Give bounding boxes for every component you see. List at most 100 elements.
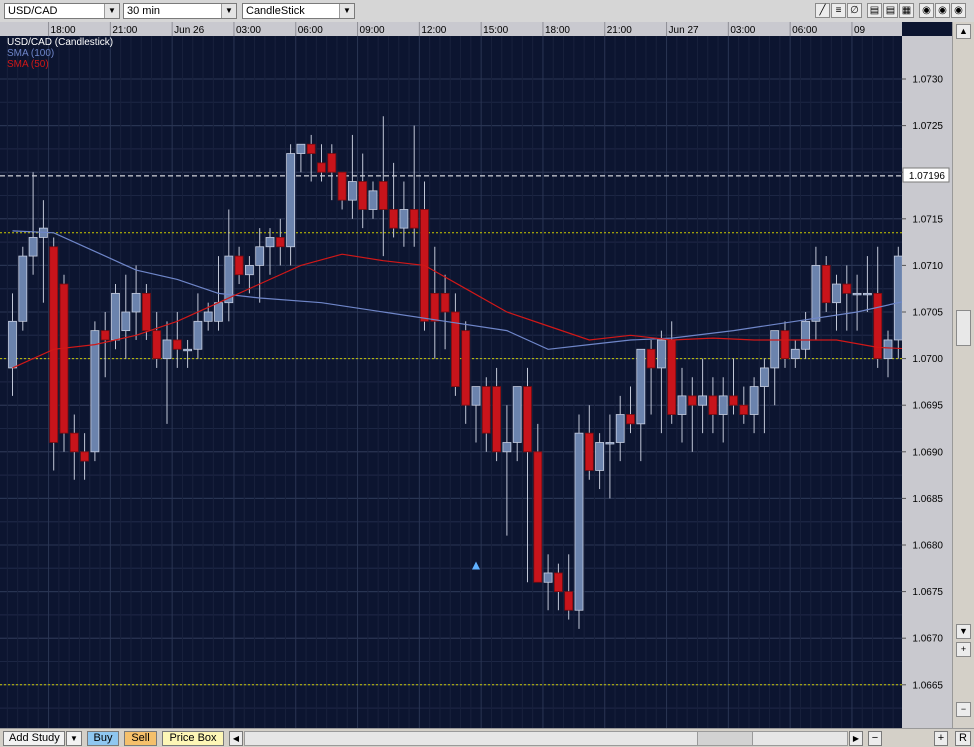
candle-up (718, 395, 728, 415)
zoom-in-icon[interactable]: + (956, 642, 971, 657)
price-tick-label: 1.0715 (912, 214, 943, 225)
candle-down (80, 451, 89, 462)
candle-up (636, 348, 646, 425)
chart-toolbar: USD/CAD ▼ 30 min ▼ CandleStick ▼ ╱ ≡ ∅ ▤… (0, 0, 974, 23)
candle-down (358, 181, 368, 210)
price-tick-label: 1.0670 (912, 634, 943, 645)
candle-down (430, 292, 440, 322)
zoom-in-time-icon[interactable]: + (934, 731, 948, 746)
candle-up (111, 292, 120, 341)
settings-icon[interactable]: ◉ (919, 3, 934, 18)
time-tick-label: 03:00 (730, 25, 755, 36)
horizontal-line-tool-icon[interactable]: ≡ (831, 3, 846, 18)
candle-up (543, 572, 553, 583)
symbol-select[interactable]: USD/CAD ▼ (4, 3, 120, 19)
time-tick-label: 18:00 (545, 25, 570, 36)
current-price-value: 1.07196 (909, 171, 946, 182)
price-chart[interactable]: 18:00 21:00 Jun 26 03:00 06:00 09:00 12:00 15:0… (0, 22, 952, 728)
scroll-left-icon[interactable]: ◀ (229, 731, 243, 746)
candle-up (224, 255, 234, 304)
bottom-toolbar: Add Study ▼ Buy Sell Price Box ◀ ▶ − + R (0, 728, 974, 747)
add-study-dropdown-icon[interactable]: ▼ (66, 731, 82, 746)
time-tick-label: 09 (854, 25, 866, 36)
sell-button[interactable]: Sell (124, 731, 157, 746)
symbol-value: USD/CAD (8, 5, 58, 17)
candle-down (646, 348, 656, 369)
candle-up (749, 386, 759, 415)
candle-up (595, 442, 604, 471)
candle-up (677, 395, 687, 415)
candle-up (255, 246, 265, 266)
time-tick-label: 21:00 (112, 25, 137, 36)
candle-down (59, 283, 69, 434)
candle-up (657, 339, 666, 369)
chart-type-value: CandleStick (246, 5, 305, 17)
candle-down (172, 339, 182, 350)
candle-down (337, 171, 347, 201)
candle-up (286, 153, 296, 248)
candle-down (584, 432, 594, 471)
zoom-out-time-icon[interactable]: − (868, 731, 882, 746)
candle-down (626, 414, 635, 425)
legend-sma100: SMA (100) (7, 48, 54, 59)
zoom-icon[interactable]: ◉ (935, 3, 950, 18)
chevron-down-icon: ▼ (221, 4, 236, 18)
candle-down (564, 591, 574, 611)
price-tick-label: 1.0675 (912, 587, 943, 598)
channel-tool-icon[interactable]: ▤ (883, 3, 898, 18)
price-box-button[interactable]: Price Box (162, 731, 224, 746)
time-tick-label: 06:00 (792, 25, 817, 36)
scroll-thumb[interactable] (956, 310, 971, 346)
chart-type-select[interactable]: CandleStick ▼ (242, 3, 355, 19)
candle-down (523, 386, 532, 453)
candle-down (739, 404, 749, 415)
table-tool-icon[interactable]: ▦ (899, 3, 914, 18)
line-tool-icon[interactable]: ╱ (815, 3, 830, 18)
fibonacci-tool-icon[interactable]: ∅ (847, 3, 862, 18)
candle-down (327, 153, 337, 173)
price-tick-label: 1.0700 (912, 354, 943, 365)
candle-down (821, 264, 831, 304)
time-tick-label: 18:00 (51, 25, 76, 36)
time-scrollbar-thumb[interactable] (697, 732, 753, 745)
candle-down (461, 330, 471, 406)
candle-up (347, 181, 357, 201)
timeframe-select[interactable]: 30 min ▼ (123, 3, 237, 19)
price-tick-label: 1.0695 (912, 401, 943, 412)
buy-button[interactable]: Buy (87, 731, 119, 746)
add-study-button[interactable]: Add Study (3, 731, 65, 746)
price-tick-label: 1.0725 (912, 121, 943, 132)
candle-up (770, 330, 780, 369)
candle-down (389, 209, 399, 229)
candle-down (378, 181, 388, 210)
print-icon[interactable]: ◉ (951, 3, 966, 18)
candle-up (90, 330, 100, 453)
time-tick-label: 21:00 (607, 25, 632, 36)
timeframe-value: 30 min (127, 5, 161, 17)
candle-down (667, 339, 677, 415)
grid-tool-icon[interactable]: ▤ (867, 3, 882, 18)
candle-down (873, 292, 883, 359)
candle-down (440, 292, 450, 313)
candle-up (121, 311, 131, 332)
chevron-down-icon: ▼ (339, 4, 354, 18)
candle-up (8, 320, 17, 369)
sell-label: Sell (131, 732, 150, 744)
price-tick-label: 1.0690 (912, 447, 943, 458)
scroll-up-icon[interactable]: ▲ (956, 24, 971, 39)
candle-up (760, 367, 769, 387)
candle-down (780, 330, 790, 360)
candle-up (203, 311, 213, 322)
reset-button[interactable]: R (955, 731, 971, 746)
candle-up (698, 395, 707, 406)
scroll-right-icon[interactable]: ▶ (849, 731, 863, 746)
scroll-down-icon[interactable]: ▼ (956, 624, 971, 639)
candle-down (275, 237, 285, 248)
time-scrollbar-track[interactable] (244, 731, 848, 746)
candle-down (492, 386, 502, 453)
zoom-out-icon[interactable]: − (956, 702, 971, 717)
price-tick-label: 1.0685 (912, 494, 943, 505)
candle-down (481, 386, 491, 434)
price-scrollbar[interactable]: ▲ ▼ + − (952, 22, 974, 728)
price-tick-label: 1.0680 (912, 541, 943, 552)
